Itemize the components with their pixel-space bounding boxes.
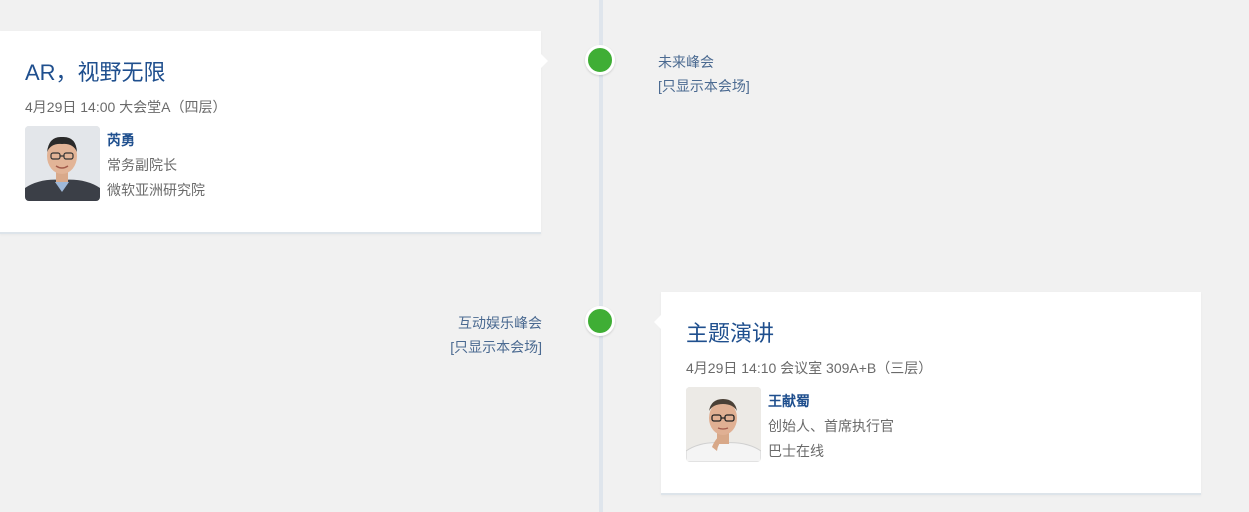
- timeline-axis: [599, 0, 603, 512]
- speaker-role: 常务副院长: [107, 157, 177, 173]
- venue-name: 未来峰会: [658, 54, 714, 70]
- venue-filter-link[interactable]: [只显示本会场]: [658, 74, 750, 98]
- event-time-location: 4月29日 14:10 会议室 309A+B（三层）: [686, 360, 933, 376]
- timeline-node: [585, 306, 615, 336]
- event-title[interactable]: 主题演讲: [686, 316, 774, 348]
- speaker-avatar[interactable]: [25, 126, 100, 201]
- venue-label: 未来峰会 [只显示本会场]: [658, 50, 750, 98]
- speaker-role: 创始人、首席执行官: [768, 418, 894, 434]
- event-time-location: 4月29日 14:00 大会堂A（四层）: [25, 99, 227, 115]
- speaker-name[interactable]: 芮勇: [107, 130, 135, 150]
- speaker-org: 巴士在线: [768, 443, 824, 459]
- venue-name: 互动娱乐峰会: [458, 315, 542, 331]
- venue-label: 互动娱乐峰会 [只显示本会场]: [450, 311, 542, 359]
- venue-filter-link[interactable]: [只显示本会场]: [450, 335, 542, 359]
- event-title[interactable]: AR，视野无限: [25, 55, 166, 87]
- speaker-avatar[interactable]: [686, 387, 761, 462]
- event-card-ar[interactable]: AR，视野无限 4月29日 14:00 大会堂A（四层） 芮勇 常务副院长 微软…: [0, 31, 548, 234]
- speaker-org: 微软亚洲研究院: [107, 182, 205, 198]
- event-card-keynote[interactable]: 主题演讲 4月29日 14:10 会议室 309A+B（三层） 王献蜀 创始人、…: [654, 292, 1201, 495]
- speaker-name[interactable]: 王献蜀: [768, 391, 810, 411]
- timeline-node: [585, 45, 615, 75]
